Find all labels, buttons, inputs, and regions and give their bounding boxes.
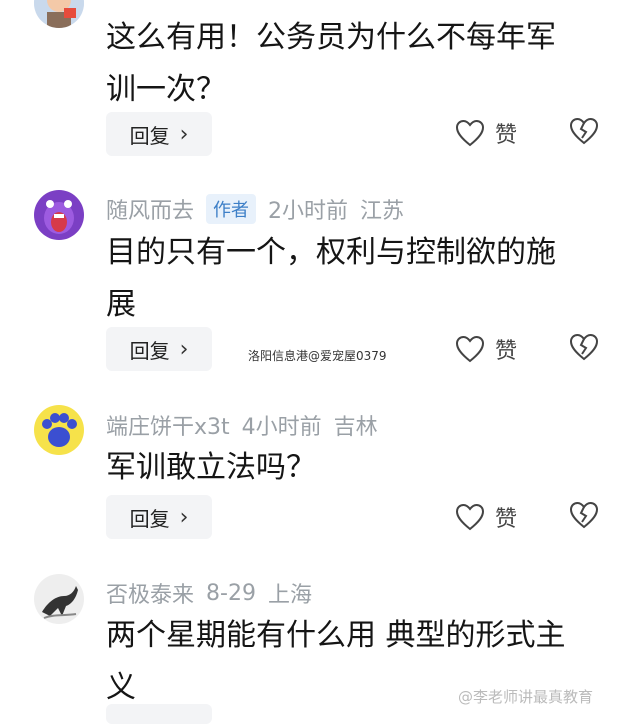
cartoon-person-avatar-icon (34, 0, 84, 28)
like-button[interactable]: 赞 (455, 501, 517, 533)
broken-heart-icon (569, 333, 599, 361)
comment-text: 军训敢立法吗？ (106, 442, 606, 494)
author-badge: 作者 (206, 194, 257, 224)
reply-button[interactable]: 回复 › (106, 112, 212, 156)
reply-label: 回复 (129, 338, 170, 363)
like-label: 赞 (495, 123, 518, 148)
reply-label: 回复 (129, 123, 170, 148)
chevron-right-icon: › (179, 121, 189, 147)
ink-horse-avatar-icon (34, 574, 84, 624)
watermark: 洛阳信息港@爱宠屋0379 (248, 349, 387, 363)
comment-meta: 否极泰来 8-29 上海 (106, 577, 324, 609)
avatar[interactable] (34, 190, 84, 240)
comment-time: 2小时前 (268, 199, 349, 224)
like-button[interactable]: 赞 (455, 333, 517, 365)
comment-text-line: 军训敢立法吗？ (106, 450, 316, 485)
username[interactable]: 端庄饼干x3t (106, 409, 230, 441)
comment-location: 江苏 (360, 199, 405, 224)
heart-icon (455, 335, 485, 363)
avatar[interactable] (34, 405, 84, 455)
comment-text-line: 两个星期能有什么用 典型的形式主 (106, 618, 566, 653)
chevron-right-icon: › (179, 336, 189, 362)
avatar[interactable] (34, 574, 84, 624)
broken-heart-icon (569, 117, 599, 145)
heart-icon (455, 503, 485, 531)
comment-text: 这么有用！公务员为什么不每年军 训一次？ (106, 12, 606, 116)
reply-button[interactable]: 回复 › (106, 495, 212, 539)
purple-monster-avatar-icon (34, 190, 84, 240)
blue-paw-avatar-icon (34, 405, 84, 455)
comment-text-line: 目的只有一个，权利与控制欲的施 (106, 235, 556, 270)
comment-text: 目的只有一个，权利与控制欲的施 展 (106, 227, 606, 331)
comment-text-line: 这么有用！公务员为什么不每年军 (106, 20, 556, 55)
avatar[interactable] (34, 0, 84, 28)
comment-meta: 随风而去 作者 2小时前 江苏 (106, 193, 416, 225)
comment-text-line: 训一次？ (106, 72, 226, 107)
broken-heart-icon (569, 501, 599, 529)
watermark: @李老师讲最真教育 (458, 688, 594, 706)
dislike-button[interactable] (568, 117, 600, 149)
chevron-right-icon: › (179, 504, 189, 530)
like-label: 赞 (495, 507, 518, 532)
comment-time: 8-29 (206, 580, 256, 606)
comment-location: 吉林 (333, 415, 378, 440)
comment-text-line: 展 (106, 287, 136, 322)
username[interactable]: 否极泰来 (106, 577, 194, 609)
comment-time: 4小时前 (241, 415, 322, 440)
reply-button[interactable]: 回复 › (106, 327, 212, 371)
like-button[interactable]: 赞 (455, 117, 517, 149)
username[interactable]: 随风而去 (106, 193, 194, 225)
comment-location: 上海 (267, 583, 312, 608)
comment-meta: 端庄饼干x3t 4小时前 吉林 (106, 409, 390, 441)
reply-button[interactable] (106, 704, 212, 724)
heart-icon (455, 119, 485, 147)
reply-label: 回复 (129, 506, 170, 531)
like-label: 赞 (495, 339, 518, 364)
dislike-button[interactable] (568, 333, 600, 365)
dislike-button[interactable] (568, 501, 600, 533)
